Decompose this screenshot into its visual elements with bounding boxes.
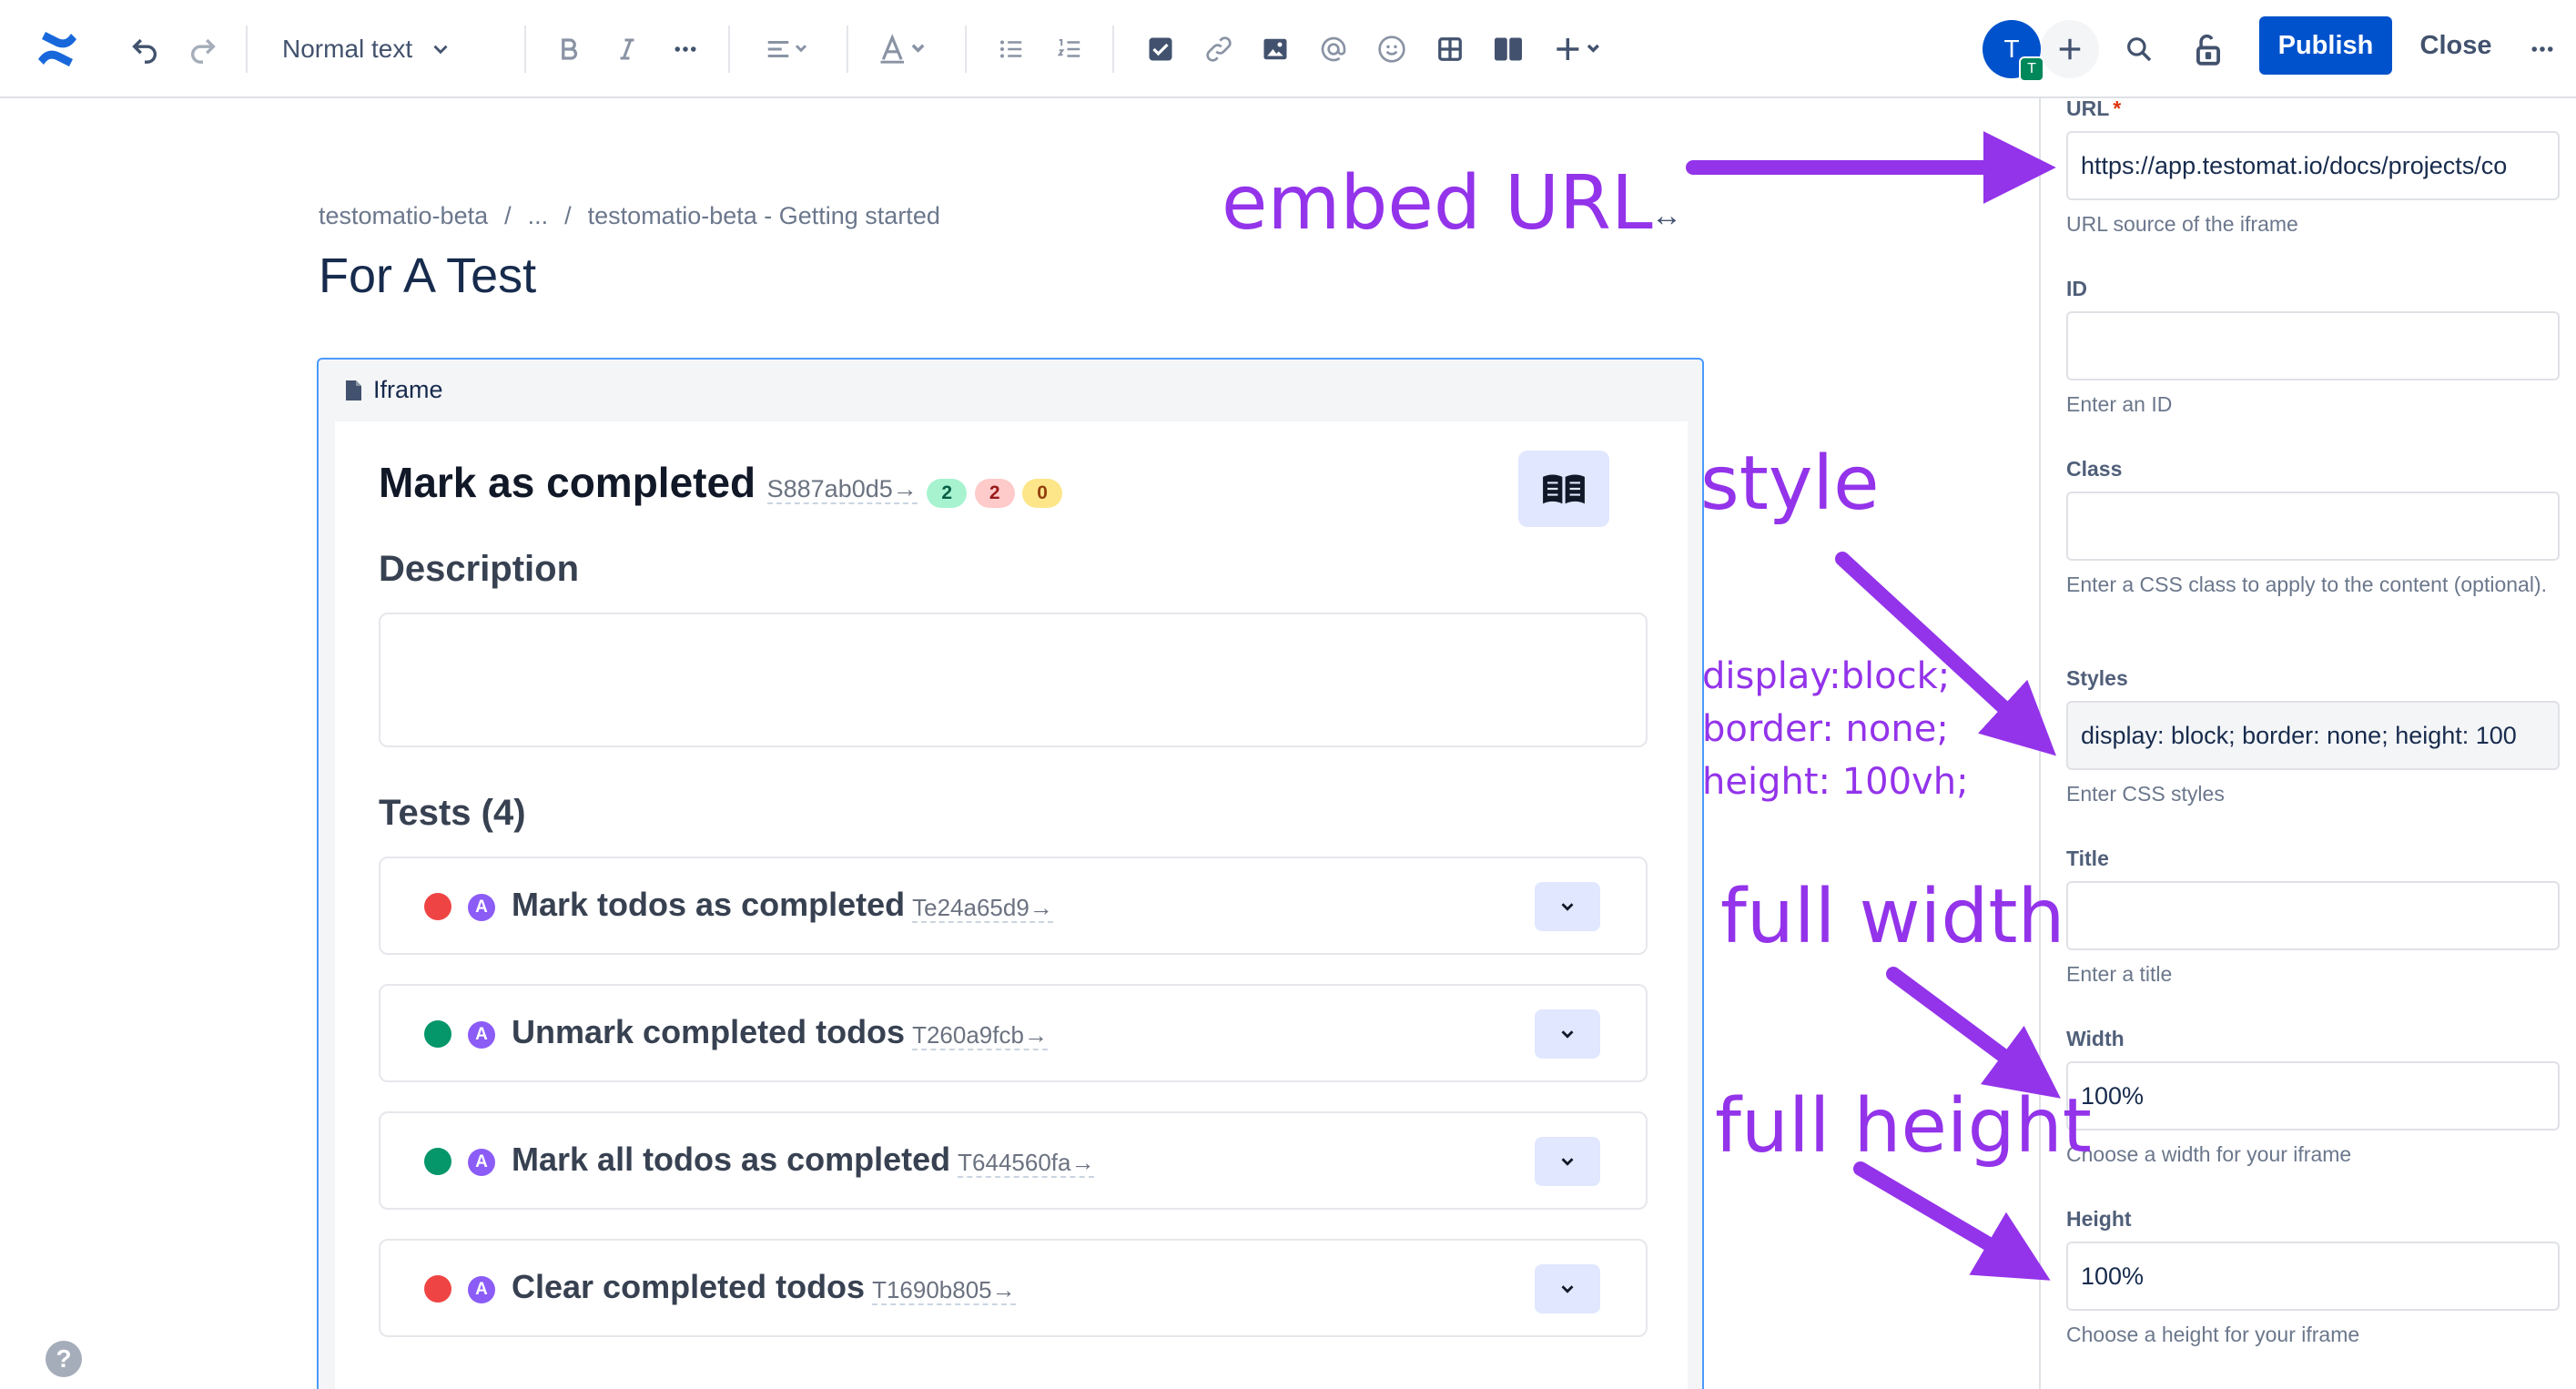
arrow-to-styles-input [1835,552,2056,756]
annotation-arrows [1686,131,2061,1281]
arrow-to-height-input [1853,1161,2051,1281]
arrow-to-width-input [1886,967,2061,1099]
